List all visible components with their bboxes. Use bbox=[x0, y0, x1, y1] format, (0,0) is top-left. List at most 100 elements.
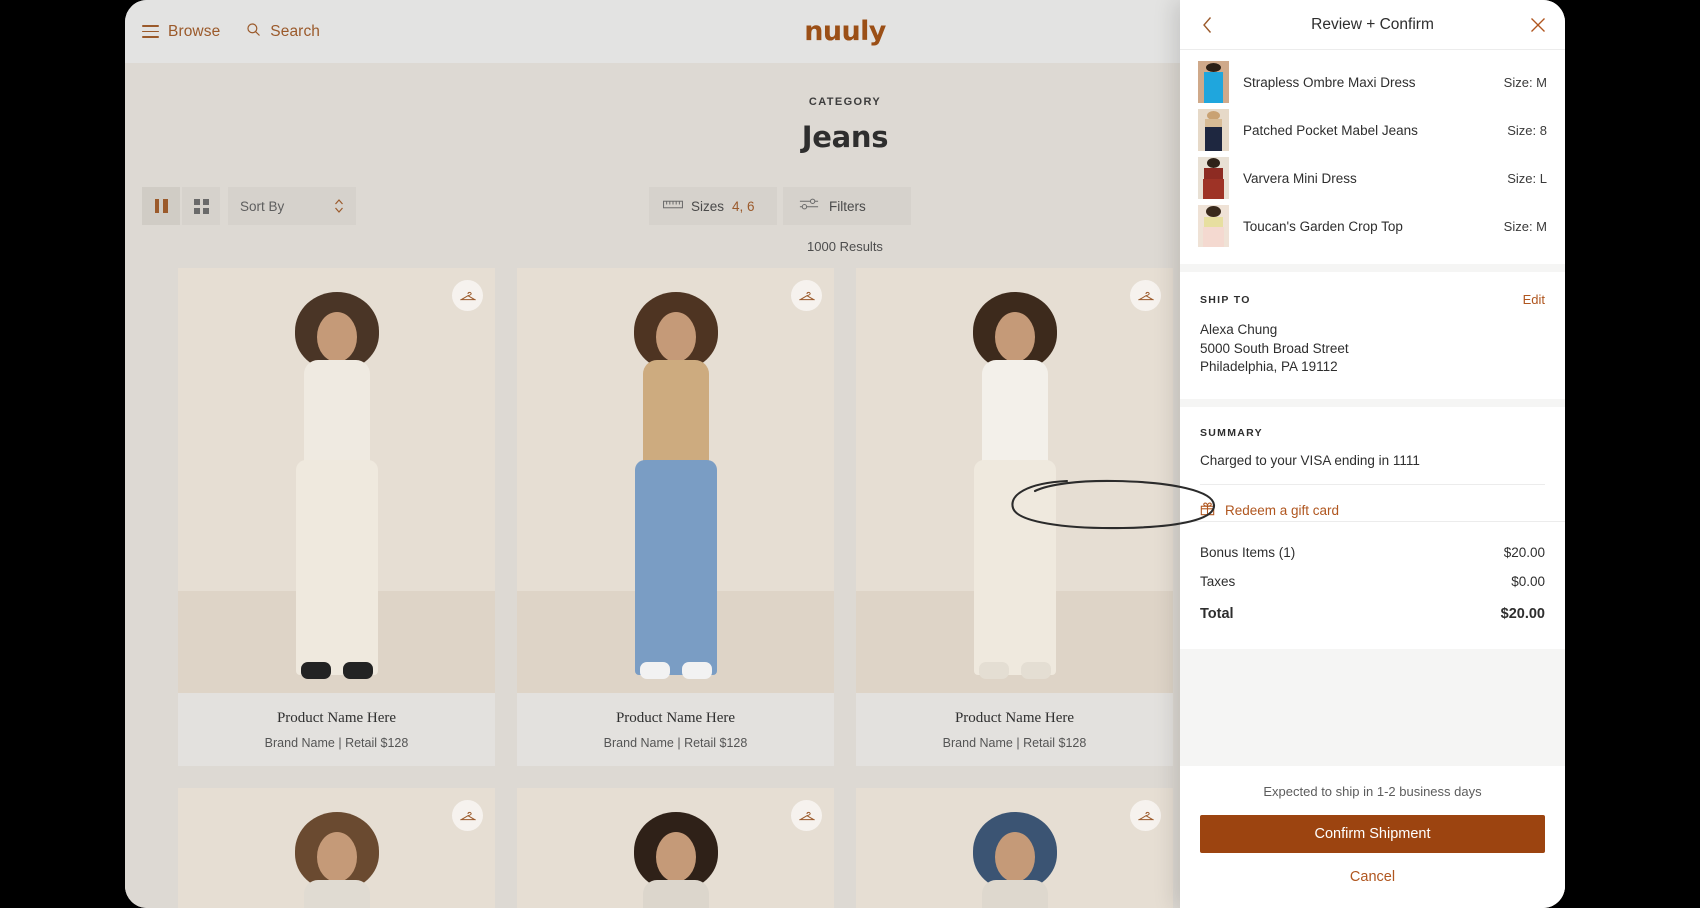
meta-separator: | bbox=[338, 736, 342, 750]
confirm-shipment-button[interactable]: Confirm Shipment bbox=[1200, 815, 1545, 853]
product-name: Product Name Here bbox=[615, 710, 736, 726]
cancel-button[interactable]: Cancel bbox=[1200, 869, 1545, 885]
item-thumbnail bbox=[1198, 61, 1229, 103]
product-retail: Retail $128 bbox=[345, 736, 409, 750]
filters-button[interactable]: Filters bbox=[783, 187, 911, 225]
product-card[interactable]: Product Name Here Brand Name | Retail $1… bbox=[517, 268, 834, 766]
ship-estimate-note: Expected to ship in 1-2 business days bbox=[1263, 784, 1482, 799]
block-divider bbox=[1180, 264, 1565, 272]
product-photo bbox=[856, 788, 1173, 908]
total-label: Total bbox=[1200, 605, 1234, 622]
filters-label: Filters bbox=[829, 198, 866, 214]
product-meta: Product Name Here Brand Name | Retail $1… bbox=[856, 693, 1173, 766]
product-card[interactable]: Product Name Here Brand Name | Retail $1… bbox=[856, 268, 1173, 766]
sort-by-label: Sort By bbox=[240, 198, 285, 214]
chevron-left-icon[interactable] bbox=[1194, 12, 1220, 38]
address-city-state-zip: Philadelphia, PA 19112 bbox=[1200, 359, 1338, 374]
line-value: $20.00 bbox=[1503, 544, 1545, 560]
summary-block: SUMMARY Charged to your VISA ending in 1… bbox=[1180, 406, 1565, 649]
panel-scroll-area[interactable]: Strapless Ombre Maxi Dress Size: M Patch… bbox=[1180, 50, 1565, 766]
ruler-icon bbox=[663, 197, 683, 215]
item-name: Patched Pocket Mabel Jeans bbox=[1243, 122, 1418, 138]
product-card[interactable] bbox=[178, 788, 495, 908]
save-to-closet-button[interactable] bbox=[1130, 280, 1161, 311]
save-to-closet-button[interactable] bbox=[452, 800, 483, 831]
meta-separator: | bbox=[677, 736, 681, 750]
product-meta: Product Name Here Brand Name | Retail $1… bbox=[517, 693, 834, 766]
panel-footer: Expected to ship in 1-2 business days Co… bbox=[1180, 766, 1565, 908]
product-card[interactable]: Product Name Here Brand Name | Retail $1… bbox=[178, 268, 495, 766]
list-item[interactable]: Strapless Ombre Maxi Dress Size: M bbox=[1180, 58, 1565, 106]
product-brand: Brand Name bbox=[264, 736, 335, 750]
save-to-closet-button[interactable] bbox=[452, 280, 483, 311]
grand-total-row: Total $20.00 bbox=[1200, 596, 1545, 629]
grid-icon bbox=[193, 198, 209, 214]
line-value: $0.00 bbox=[1511, 573, 1545, 589]
ship-to-label: SHIP TO bbox=[1200, 293, 1251, 306]
sizes-label: Sizes bbox=[691, 198, 725, 214]
save-to-closet-button[interactable] bbox=[1130, 800, 1161, 831]
product-retail: Retail $128 bbox=[684, 736, 748, 750]
product-brand: Brand Name bbox=[942, 736, 1013, 750]
view-list-button[interactable] bbox=[142, 187, 180, 225]
product-meta: Product Name Here Brand Name | Retail $1… bbox=[178, 693, 495, 766]
item-name: Varvera Mini Dress bbox=[1243, 170, 1357, 186]
bars-icon bbox=[154, 199, 168, 213]
product-photo bbox=[178, 268, 495, 693]
address-name: Alexa Chung bbox=[1200, 322, 1278, 337]
total-line-item: Taxes $0.00 bbox=[1200, 567, 1545, 596]
line-label: Bonus Items (1) bbox=[1200, 544, 1296, 560]
product-brand-retail: Brand Name | Retail $128 bbox=[517, 736, 834, 750]
product-retail: Retail $128 bbox=[1023, 736, 1087, 750]
view-grid-button[interactable] bbox=[182, 187, 220, 225]
list-item[interactable]: Patched Pocket Mabel Jeans Size: 8 bbox=[1180, 106, 1565, 154]
review-confirm-panel: Review + Confirm Strapless Ombre Maxi Dr… bbox=[1180, 0, 1565, 908]
item-size: Size: M bbox=[1503, 74, 1547, 90]
product-brand: Brand Name bbox=[603, 736, 674, 750]
panel-title: Review + Confirm bbox=[1311, 15, 1434, 33]
total-value: $20.00 bbox=[1500, 605, 1545, 622]
gift-icon bbox=[1200, 501, 1215, 521]
block-divider bbox=[1180, 398, 1565, 407]
totals-block: Bonus Items (1) $20.00 Taxes $0.00 Total… bbox=[1180, 520, 1565, 649]
app-window: Browse Search nuuly CATEGORY Jeans Sort … bbox=[125, 0, 1565, 908]
sort-by-select[interactable]: Sort By bbox=[228, 187, 356, 225]
sizes-filter-button[interactable]: Sizes 4, 6 bbox=[649, 187, 777, 225]
product-brand-retail: Brand Name | Retail $128 bbox=[856, 736, 1173, 750]
item-thumbnail bbox=[1198, 205, 1229, 247]
list-item[interactable]: Varvera Mini Dress Size: L bbox=[1180, 154, 1565, 202]
item-size: Size: M bbox=[1503, 218, 1547, 234]
item-name: Strapless Ombre Maxi Dress bbox=[1243, 74, 1416, 90]
product-photo bbox=[517, 268, 834, 693]
product-photo bbox=[178, 788, 495, 908]
chevron-updown-icon bbox=[334, 198, 344, 214]
panel-header: Review + Confirm bbox=[1180, 0, 1565, 50]
close-icon[interactable] bbox=[1525, 12, 1551, 38]
items-block: Strapless Ombre Maxi Dress Size: M Patch… bbox=[1180, 50, 1565, 264]
redeem-gift-card-label: Redeem a gift card bbox=[1225, 503, 1340, 518]
product-photo bbox=[517, 788, 834, 908]
summary-label: SUMMARY bbox=[1200, 426, 1263, 439]
block-divider bbox=[1180, 648, 1565, 657]
item-size: Size: L bbox=[1507, 170, 1547, 186]
sizes-value: 4, 6 bbox=[732, 198, 755, 214]
product-name: Product Name Here bbox=[954, 710, 1075, 726]
payment-method-text: Charged to your VISA ending in 1111 bbox=[1200, 452, 1420, 468]
save-to-closet-button[interactable] bbox=[791, 800, 822, 831]
product-card[interactable] bbox=[517, 788, 834, 908]
view-toggle bbox=[142, 187, 220, 225]
meta-separator: | bbox=[1016, 736, 1020, 750]
total-line-item: Bonus Items (1) $20.00 bbox=[1200, 538, 1545, 567]
item-size: Size: 8 bbox=[1507, 122, 1547, 138]
screenshot-root: Browse Search nuuly CATEGORY Jeans Sort … bbox=[0, 0, 1700, 908]
item-thumbnail bbox=[1198, 157, 1229, 199]
edit-address-link[interactable]: Edit bbox=[1523, 292, 1545, 307]
ship-to-block: SHIP TO Edit Alexa Chung 5000 South Broa… bbox=[1180, 272, 1565, 399]
redeem-gift-card-link[interactable]: Redeem a gift card bbox=[1200, 483, 1545, 521]
product-photo bbox=[856, 268, 1173, 693]
item-thumbnail bbox=[1198, 109, 1229, 151]
product-card[interactable] bbox=[856, 788, 1173, 908]
product-brand-retail: Brand Name | Retail $128 bbox=[178, 736, 495, 750]
list-item[interactable]: Toucan's Garden Crop Top Size: M bbox=[1180, 202, 1565, 250]
save-to-closet-button[interactable] bbox=[791, 280, 822, 311]
